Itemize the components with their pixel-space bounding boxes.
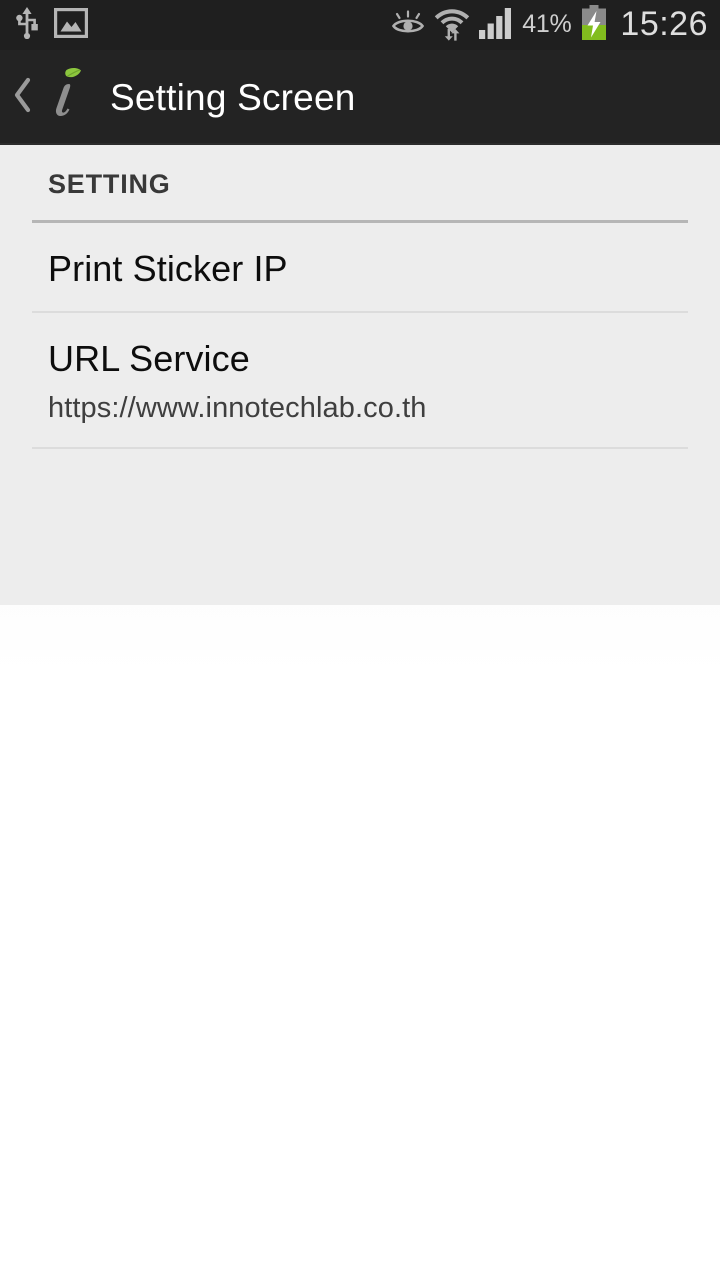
setting-screen: 41% 15:26 Setting Screen SETTING Print S… [0, 0, 720, 1280]
cellular-signal-icon [479, 7, 513, 44]
status-bar: 41% 15:26 [0, 0, 720, 50]
gallery-image-icon [54, 7, 88, 43]
innotech-i-leaf-logo [40, 64, 86, 131]
settings-list: SETTING Print Sticker IP URL Service htt… [0, 145, 720, 605]
list-divider [32, 447, 688, 450]
page-title: Setting Screen [110, 77, 356, 118]
smart-stay-eye-icon [391, 9, 425, 42]
setting-item-print-sticker-ip[interactable]: Print Sticker IP [0, 223, 720, 311]
usb-icon [14, 6, 40, 44]
battery-charging-icon [580, 4, 608, 46]
setting-item-title: Print Sticker IP [48, 248, 288, 289]
section-header-setting: SETTING [0, 145, 720, 198]
setting-item-summary: https://www.innotechlab.co.th [48, 391, 427, 424]
battery-percent-label: 41% [522, 10, 572, 38]
status-bar-left-icons [14, 6, 88, 44]
wifi-transfer-icon [434, 5, 470, 46]
navigate-up-button[interactable] [8, 50, 92, 145]
back-chevron-icon [12, 76, 34, 119]
action-bar: Setting Screen [0, 50, 720, 145]
setting-item-url-service[interactable]: URL Service https://www.innotechlab.co.t… [0, 313, 720, 447]
setting-item-title: URL Service [48, 338, 250, 380]
section-title: SETTING [48, 169, 171, 199]
status-bar-right-icons: 41% 15:26 [391, 4, 708, 46]
status-bar-clock: 15:26 [620, 5, 708, 43]
